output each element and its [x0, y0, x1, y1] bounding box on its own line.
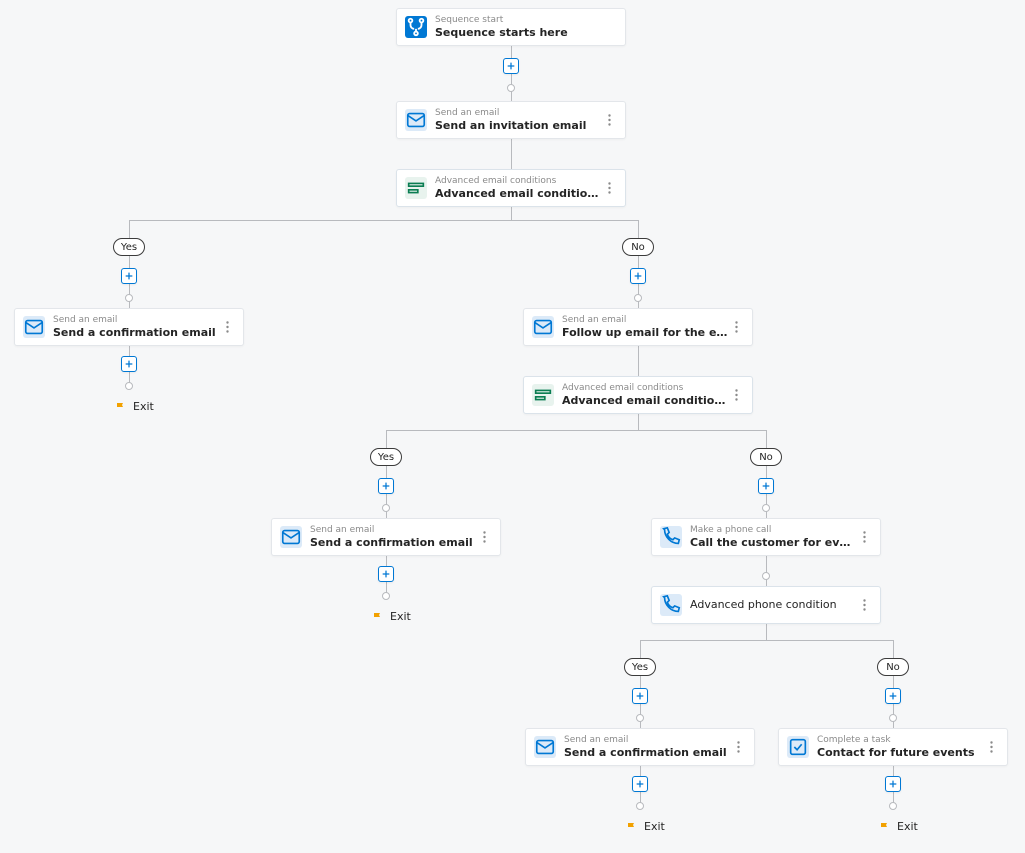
mail-icon — [23, 316, 45, 338]
node-menu[interactable] — [983, 736, 999, 758]
node-texts: Send an email Follow up email for the ev… — [562, 315, 728, 339]
node-menu[interactable] — [219, 316, 235, 338]
branch-badge-yes: Yes — [624, 658, 656, 676]
connector-dot — [125, 294, 133, 302]
mail-icon — [534, 736, 556, 758]
task-icon — [787, 736, 809, 758]
node-call-customer[interactable]: Make a phone call Call the customer for … — [651, 518, 881, 556]
add-step-button[interactable] — [885, 688, 901, 704]
flag-icon — [372, 611, 384, 623]
node-menu[interactable] — [601, 177, 617, 199]
node-send-confirmation-email-1[interactable]: Send an email Send a confirmation email — [14, 308, 244, 346]
add-step-button[interactable] — [630, 268, 646, 284]
phone-icon — [660, 526, 682, 548]
connector-dot — [636, 714, 644, 722]
mail-icon — [532, 316, 554, 338]
add-step-button[interactable] — [758, 478, 774, 494]
exit-marker: Exit — [372, 610, 411, 623]
add-step-button[interactable] — [632, 688, 648, 704]
connector-dot — [125, 382, 133, 390]
node-menu[interactable] — [730, 736, 746, 758]
connector-dot — [889, 802, 897, 810]
node-send-confirmation-email-3[interactable]: Send an email Send a confirmation email — [525, 728, 755, 766]
node-menu[interactable] — [856, 594, 872, 616]
add-step-button[interactable] — [885, 776, 901, 792]
node-send-invitation-email[interactable]: Send an email Send an invitation email — [396, 101, 626, 139]
phone-condition-icon — [660, 594, 682, 616]
node-texts: Complete a task Contact for future event… — [817, 735, 983, 759]
flag-icon — [626, 821, 638, 833]
node-send-confirmation-email-2[interactable]: Send an email Send a confirmation email — [271, 518, 501, 556]
node-menu[interactable] — [856, 526, 872, 548]
connector-dot — [634, 294, 642, 302]
connector-dot — [889, 714, 897, 722]
node-menu[interactable] — [476, 526, 492, 548]
mail-icon — [280, 526, 302, 548]
node-texts: Sequence start Sequence starts here — [435, 15, 617, 39]
connector-dot — [636, 802, 644, 810]
connector-dot — [382, 592, 390, 600]
connector-dot — [507, 84, 515, 92]
connector-dot — [762, 504, 770, 512]
branch-badge-no: No — [877, 658, 909, 676]
node-texts: Send an email Send an invitation email — [435, 108, 601, 132]
add-step-button[interactable] — [632, 776, 648, 792]
node-texts: Send an email Send a confirmation email — [564, 735, 730, 759]
exit-marker: Exit — [879, 820, 918, 833]
exit-marker: Exit — [115, 400, 154, 413]
mail-icon — [405, 109, 427, 131]
exit-marker: Exit — [626, 820, 665, 833]
branch-icon — [405, 16, 427, 38]
node-follow-up-email[interactable]: Send an email Follow up email for the ev… — [523, 308, 753, 346]
node-contact-future-events[interactable]: Complete a task Contact for future event… — [778, 728, 1008, 766]
node-advanced-email-conditions-2[interactable]: Advanced email conditions Advanced email… — [523, 376, 753, 414]
add-step-button[interactable] — [378, 478, 394, 494]
flag-icon — [879, 821, 891, 833]
branch-badge-no: No — [622, 238, 654, 256]
branch-badge-yes: Yes — [113, 238, 145, 256]
node-menu[interactable] — [728, 384, 744, 406]
flag-icon — [115, 401, 127, 413]
node-advanced-phone-condition[interactable]: Advanced phone condition — [651, 586, 881, 624]
node-texts: Advanced email conditions Advanced email… — [435, 176, 601, 200]
condition-icon — [532, 384, 554, 406]
node-menu[interactable] — [601, 109, 617, 131]
connector-dot — [762, 572, 770, 580]
node-advanced-email-conditions-1[interactable]: Advanced email conditions Advanced email… — [396, 169, 626, 207]
condition-icon — [405, 177, 427, 199]
node-texts: Send an email Send a confirmation email — [310, 525, 476, 549]
connector-dot — [382, 504, 390, 512]
node-sequence-start[interactable]: Sequence start Sequence starts here — [396, 8, 626, 46]
node-texts: Send an email Send a confirmation email — [53, 315, 219, 339]
branch-badge-yes: Yes — [370, 448, 402, 466]
branch-badge-no: No — [750, 448, 782, 466]
add-step-button[interactable] — [121, 268, 137, 284]
add-step-button[interactable] — [503, 58, 519, 74]
add-step-button[interactable] — [378, 566, 394, 582]
add-step-button[interactable] — [121, 356, 137, 372]
node-menu[interactable] — [728, 316, 744, 338]
node-texts: Make a phone call Call the customer for … — [690, 525, 856, 549]
node-texts: Advanced email conditions Advanced email… — [562, 383, 728, 407]
node-texts: Advanced phone condition — [690, 598, 856, 611]
